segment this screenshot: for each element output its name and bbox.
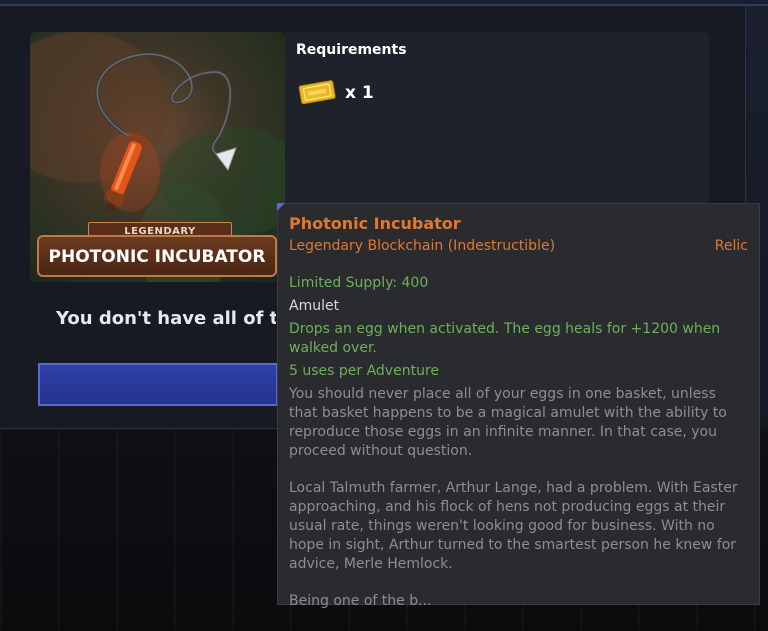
tooltip-type-row: Legendary Blockchain (Indestructible) Re… — [289, 237, 748, 256]
tooltip-lore-paragraph-2: Local Talmuth farmer, Arthur Lange, had … — [289, 480, 738, 572]
item-card[interactable]: LEGENDARY PHOTONIC INCUBATOR — [30, 32, 285, 282]
tooltip-slot: Amulet — [289, 298, 340, 314]
tooltip-supply: Limited Supply: 400 — [289, 275, 429, 291]
tooltip-uses: 5 uses per Adventure — [289, 363, 440, 379]
requirement-quantity: x 1 — [345, 83, 374, 103]
tooltip-category: Relic — [714, 238, 748, 254]
requirements-panel: Requirements x 1 — [285, 32, 709, 212]
missing-requirements-notice: You don't have all of th — [56, 308, 276, 329]
requirements-title: Requirements — [296, 42, 407, 58]
item-name-plate: PHOTONIC INCUBATOR — [37, 235, 277, 277]
tooltip-lore-paragraph-1: You should never place all of your eggs … — [289, 386, 727, 459]
game-screen: LEGENDARY PHOTONIC INCUBATOR Requirement… — [0, 0, 768, 631]
tooltip-effect: Drops an egg when activated. The egg hea… — [289, 321, 721, 356]
craft-button[interactable] — [38, 363, 278, 406]
golden-ticket-icon — [298, 80, 336, 105]
tooltip-lore-paragraph-3: Being one of the b... — [289, 593, 432, 609]
tooltip-subtitle: Legendary Blockchain (Indestructible) — [289, 238, 556, 254]
tooltip-item-name: Photonic Incubator — [289, 214, 461, 233]
item-tooltip: Photonic Incubator Legendary Blockchain … — [277, 203, 760, 609]
tooltip-corner — [277, 203, 285, 211]
